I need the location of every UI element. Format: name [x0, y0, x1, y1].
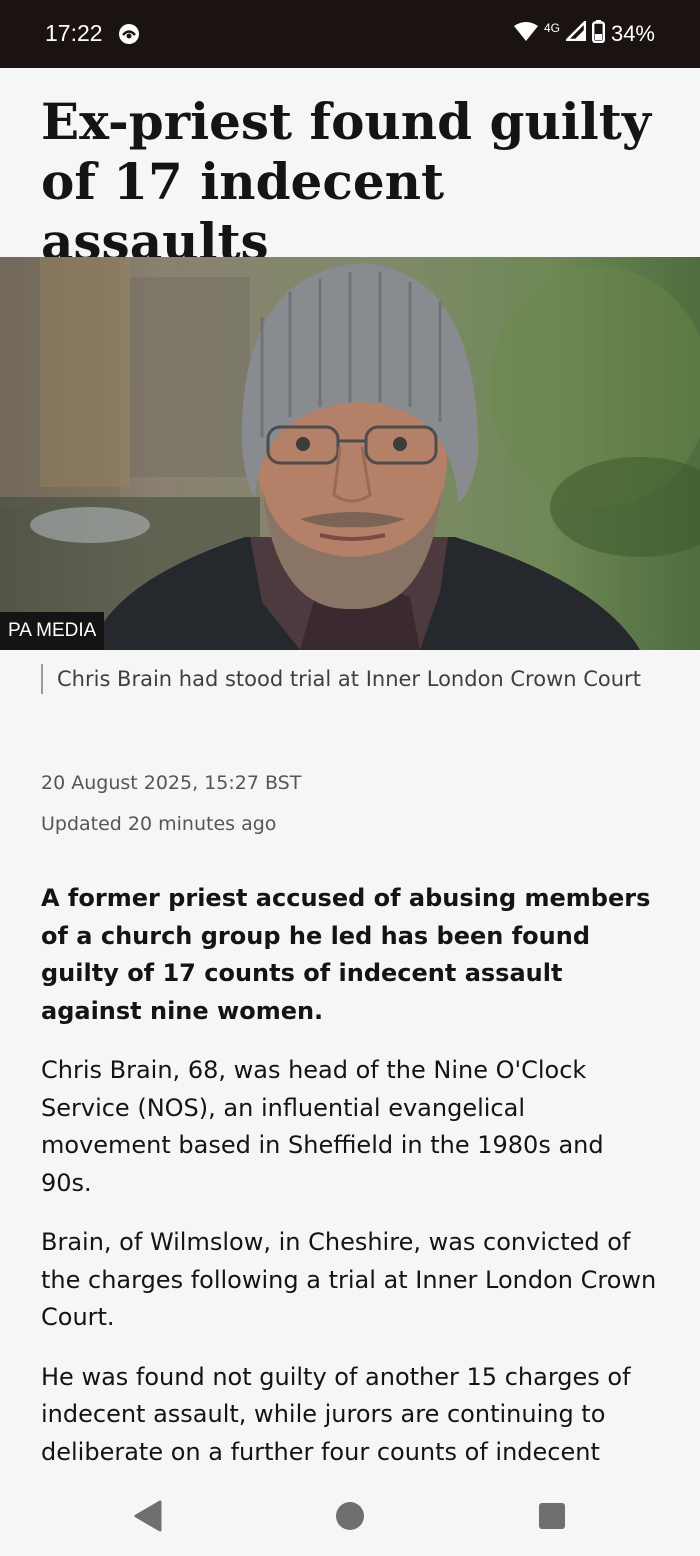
article-lead-paragraph: A former priest accused of abusing membe… — [41, 884, 651, 1025]
article-paragraph: Chris Brain, 68, was head of the Nine O'… — [41, 1056, 604, 1197]
battery-percentage: 34% — [610, 21, 655, 46]
network-type: 4G — [543, 21, 560, 35]
image-caption: Chris Brain had stood trial at Inner Lon… — [41, 664, 657, 694]
published-date: 20 August 2025, 15:27 BST — [41, 772, 302, 794]
status-time: 17:22 — [45, 20, 103, 46]
recents-icon[interactable] — [539, 1503, 565, 1529]
image-credit: PA MEDIA — [0, 612, 105, 650]
portrait-illustration — [0, 257, 700, 650]
updated-time: Updated 20 minutes ago — [41, 813, 277, 835]
status-indicators: 4G 34% — [513, 18, 655, 50]
article-image[interactable]: PA MEDIA — [0, 257, 700, 650]
battery-icon — [591, 19, 605, 49]
app-notification-icon — [118, 23, 140, 45]
navigation-bar — [0, 1476, 700, 1556]
article-body: A former priest accused of abusing membe… — [41, 880, 661, 1476]
status-bar: 17:22 4G 34% — [0, 0, 700, 68]
wifi-icon — [513, 21, 538, 47]
home-icon[interactable] — [336, 1502, 364, 1530]
article-paragraph: Brain, of Wilmslow, in Cheshire, was con… — [41, 1228, 657, 1331]
cell-signal-icon — [563, 18, 587, 47]
article-headline: Ex-priest found guilty of 17 indecent as… — [41, 92, 651, 271]
article-paragraph: He was found not guilty of another 15 ch… — [41, 1362, 631, 1466]
back-icon[interactable] — [133, 1500, 163, 1536]
